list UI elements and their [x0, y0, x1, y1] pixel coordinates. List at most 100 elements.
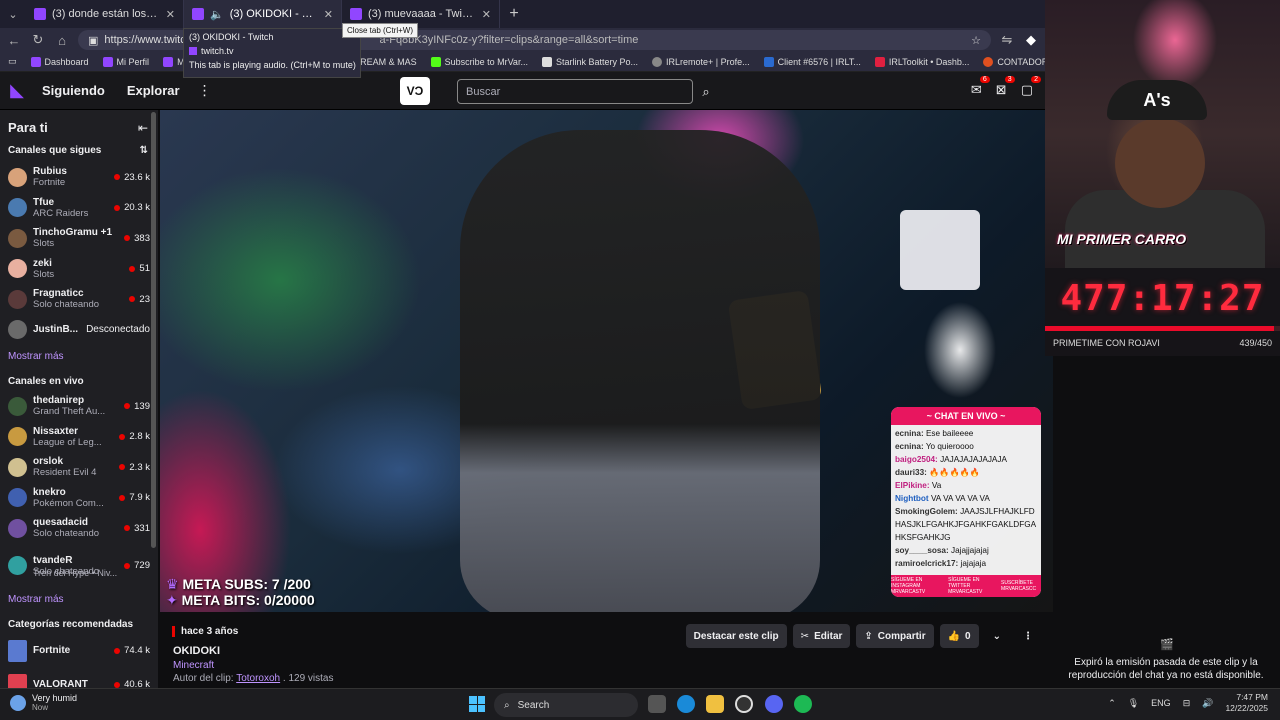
drops-badge: 3 — [1004, 76, 1015, 83]
new-tab-icon[interactable]: + — [500, 5, 528, 23]
live-header: Canales en vivo — [8, 376, 84, 387]
explore-link[interactable]: Explorar — [127, 83, 180, 98]
category-item[interactable]: VALORANT 40.6 k — [0, 668, 158, 688]
drops-icon[interactable]: ⊠ 3 — [996, 76, 1015, 98]
bookmark-starlink[interactable]: Starlink Battery Po... — [541, 56, 638, 67]
edge-icon[interactable] — [677, 695, 695, 713]
tab-1[interactable]: (3) donde están los ríos que no tienen ✕ — [26, 0, 184, 28]
feature-clip-button[interactable]: Destacar este clip — [685, 624, 787, 648]
bookmark-m[interactable]: M — [163, 56, 185, 67]
taskbar-search[interactable]: ⌕ Search — [494, 693, 638, 717]
task-view-icon[interactable] — [648, 695, 666, 713]
search-input[interactable]: Buscar — [457, 79, 693, 104]
sort-icon[interactable]: ⇅ — [140, 145, 148, 156]
avatar — [8, 556, 27, 575]
taskbar-search-text: Search — [517, 699, 550, 711]
twitch-logo-icon[interactable]: ◣ — [0, 80, 34, 101]
like-count: 0 — [965, 630, 971, 642]
sidebar-channel[interactable]: TinchoGramu +1 Slots 383 — [0, 223, 158, 254]
bookmark-irltoolkit[interactable]: IRLToolkit • Dashb... — [874, 56, 969, 67]
following-link[interactable]: Siguiendo — [42, 83, 105, 98]
sidebar-channel[interactable]: quesadacid Solo chateando 331 — [0, 513, 158, 544]
sidebar-channel[interactable]: knekro Pokémon Com... 7.9 k — [0, 483, 158, 514]
inbox-icon[interactable]: ✉ 6 — [971, 76, 990, 98]
home-icon[interactable]: ⌂ — [54, 33, 70, 48]
close-tab-icon[interactable]: ✕ — [482, 8, 491, 21]
bookmark-contador[interactable]: CONTADOR — [983, 56, 1045, 67]
address-bar-row: ← ↻ ⌂ ▣ https://www.twitch.tv a-Fq8bK3yI… — [0, 28, 1045, 52]
tab-actions-menu-icon[interactable]: ⌄ — [0, 0, 26, 28]
refresh-icon[interactable]: ↻ — [30, 32, 46, 48]
author-link[interactable]: Totoroxoh — [236, 673, 280, 684]
volume-icon[interactable]: 🔊 — [1202, 698, 1213, 709]
show-more-link-2[interactable]: Mostrar más — [0, 588, 158, 613]
microphone-icon[interactable]: 🎙 — [1128, 698, 1139, 709]
sidebar-channel[interactable]: zeki Slots 51 — [0, 254, 158, 285]
bookmark-dashboard[interactable]: Dashboard — [30, 56, 89, 67]
clip-game-link[interactable]: Minecraft — [173, 660, 214, 671]
extension-diamond-icon[interactable]: ◆ — [1023, 32, 1039, 48]
progress-fill — [1045, 326, 1275, 331]
more-menu-icon[interactable]: ⋮ — [198, 82, 212, 99]
sidebar-channel[interactable]: Fragnaticc Solo chateando 23 — [0, 284, 158, 315]
chat-text: VA VA VA VA VA — [930, 494, 990, 503]
bookmark-irlremote[interactable]: IRLremote+ | Profe... — [652, 56, 750, 67]
like-button[interactable]: 👍 0 — [939, 624, 979, 648]
share-button[interactable]: ⇪ Compartir — [856, 624, 934, 648]
tab-strip: ⌄ (3) donde están los ríos que no tienen… — [0, 0, 1045, 28]
speaker-icon[interactable]: 🔈 — [210, 8, 224, 21]
show-more-link[interactable]: Mostrar más — [0, 345, 158, 370]
obs-icon[interactable] — [735, 695, 753, 713]
sidebar-channel[interactable]: Tfue ARC Raiders 20.3 k — [0, 193, 158, 224]
channel-name: JustinB... — [33, 324, 79, 336]
twitch-top-nav: ◣ Siguiendo Explorar ⋮ VƆ Buscar ⌕ ✉ 6 ⊠ 3… — [0, 72, 1045, 110]
bookmark-subscribe[interactable]: Subscribe to MrVar... — [430, 56, 528, 67]
collapse-sidebar-icon[interactable]: ⇤ — [138, 121, 148, 135]
bookmark-icon[interactable]: ▭ — [8, 56, 17, 67]
chevron-down-icon[interactable]: ⌄ — [985, 624, 1009, 648]
spotify-icon[interactable] — [794, 695, 812, 713]
category-list: Fortnite 74.4 k VALORANT 40.6 k — [0, 634, 158, 688]
weather-widget[interactable]: Very humid Now — [10, 693, 77, 712]
bits-icon: ✦ — [166, 592, 178, 608]
file-explorer-icon[interactable] — [706, 695, 724, 713]
sidebar-channel[interactable]: Rubius Fortnite 23.6 k — [0, 162, 158, 193]
tab-2[interactable]: 🔈 (3) OKIDOKI - Twitch ✕ — [184, 0, 342, 28]
video-player[interactable]: ♛ META SUBS: 7 /200 ✦ META BITS: 0/20000… — [160, 110, 1053, 612]
windows-start-icon[interactable] — [469, 696, 485, 712]
close-tab-icon[interactable]: ✕ — [324, 8, 333, 21]
more-options-icon[interactable]: ⋮ — [1015, 624, 1041, 648]
clock[interactable]: 7:47 PM 12/22/2025 — [1225, 692, 1268, 714]
favorite-star-icon[interactable]: ☆ — [971, 34, 981, 47]
clip-age: hace 3 años — [172, 626, 238, 637]
channel-game: ARC Raiders — [33, 207, 89, 219]
category-item[interactable]: Fortnite 74.4 k — [0, 634, 158, 668]
chat-user: Nightbot — [895, 494, 929, 503]
whispers-icon[interactable]: ▢ 2 — [1021, 76, 1041, 98]
network-icon[interactable]: ⊟ — [1183, 698, 1191, 709]
sidebar-scrollbar[interactable] — [151, 112, 156, 548]
edit-button[interactable]: ✂ Editar — [792, 624, 851, 648]
scissors-icon: ✂ — [800, 630, 810, 642]
prime-logo-icon[interactable]: VƆ — [400, 77, 430, 105]
sidebar-channel[interactable]: orslok Resident Evil 4 2.3 k — [0, 452, 158, 483]
close-tab-icon[interactable]: ✕ — [166, 8, 175, 21]
sidebar-channel[interactable]: Nissaxter League of Leg... 2.8 k — [0, 422, 158, 453]
lamp-shape — [900, 210, 980, 290]
chevron-up-icon[interactable]: ⌃ — [1108, 698, 1116, 709]
sidebar-channel[interactable]: thedanirep Grand Theft Au... 139 — [0, 391, 158, 422]
live-dot-icon — [114, 174, 121, 181]
sidebar-channel[interactable]: tvandeR Solo chateando 729 Tren del Hype • … — [0, 544, 158, 588]
system-tray: ⌃ 🎙 ENG ⊟ 🔊 7:47 PM 12/22/2025 — [1108, 692, 1268, 714]
bookmark-mi-perfil[interactable]: Mi Perfil — [102, 56, 149, 67]
avatar — [8, 198, 27, 218]
back-icon[interactable]: ← — [6, 33, 22, 48]
language-indicator[interactable]: ENG — [1151, 698, 1171, 708]
extensions-icon[interactable]: ⇋ — [999, 32, 1015, 48]
chat-message: ramiroelcrick17: jajajaja — [895, 557, 1037, 570]
search-icon[interactable]: ⌕ — [694, 79, 718, 104]
clip-info: hace 3 años OKIDOKI Minecraft Autor del … — [160, 612, 1053, 688]
sidebar-channel-offline[interactable]: JustinB... Desconectado — [0, 315, 158, 346]
bookmark-client[interactable]: Client #6576 | IRLT... — [763, 56, 861, 67]
discord-icon[interactable] — [765, 695, 783, 713]
